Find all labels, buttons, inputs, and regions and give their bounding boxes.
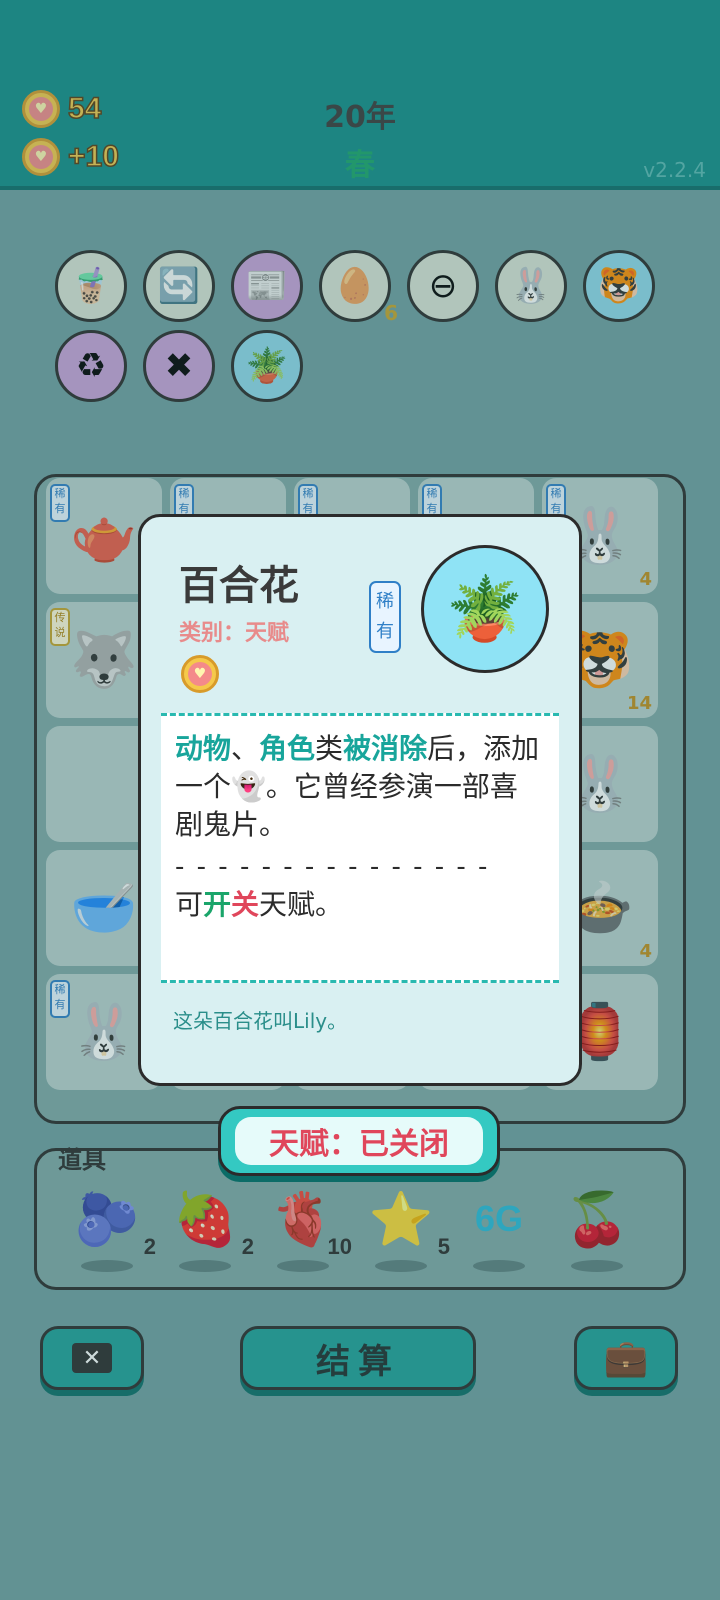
- desc-text-part: 可: [175, 888, 204, 921]
- desc-sep: 、: [231, 732, 260, 765]
- card-flavor-text: 这朵百合花叫Lily。: [173, 1009, 348, 1033]
- card-description: 动物、角色类被消除后，添加一个👻。它曾经参演一部喜剧鬼片。 - - - - - …: [161, 713, 559, 983]
- desc-text: 动物、角色类被消除后，添加一个👻。它曾经参演一部喜剧鬼片。: [175, 730, 545, 844]
- desc-highlight: 动物: [175, 732, 232, 765]
- talent-detail-card: 百合花 类别：天赋 稀有 🪴 ♥ 动物、角色类被消除后，添加一个👻。它曾经参演一…: [138, 514, 582, 1086]
- talent-toggle-button[interactable]: 天赋：已关闭: [218, 1106, 500, 1176]
- desc-highlight: 角色: [259, 732, 316, 765]
- ghost-icon: 👻: [231, 770, 266, 803]
- desc-off: 关: [231, 888, 260, 921]
- desc-text-part: 天赋。: [259, 888, 344, 921]
- desc-toggle-text: 可开关天赋。: [175, 886, 545, 924]
- desc-on: 开: [203, 888, 232, 921]
- coin-icon: ♥: [181, 655, 219, 693]
- lily-pot-icon: 🪴: [421, 545, 549, 673]
- desc-divider: - - - - - - - - - - - - - - -: [175, 852, 490, 882]
- card-category: 类别：天赋: [179, 621, 290, 646]
- card-rarity-text: 稀有: [376, 591, 394, 642]
- desc-text-part: 类: [315, 732, 344, 765]
- desc-highlight: 被消除: [343, 732, 428, 765]
- card-title: 百合花: [179, 563, 299, 609]
- talent-toggle-label: 天赋：已关闭: [235, 1117, 483, 1165]
- card-rarity-badge: 稀有: [369, 581, 401, 653]
